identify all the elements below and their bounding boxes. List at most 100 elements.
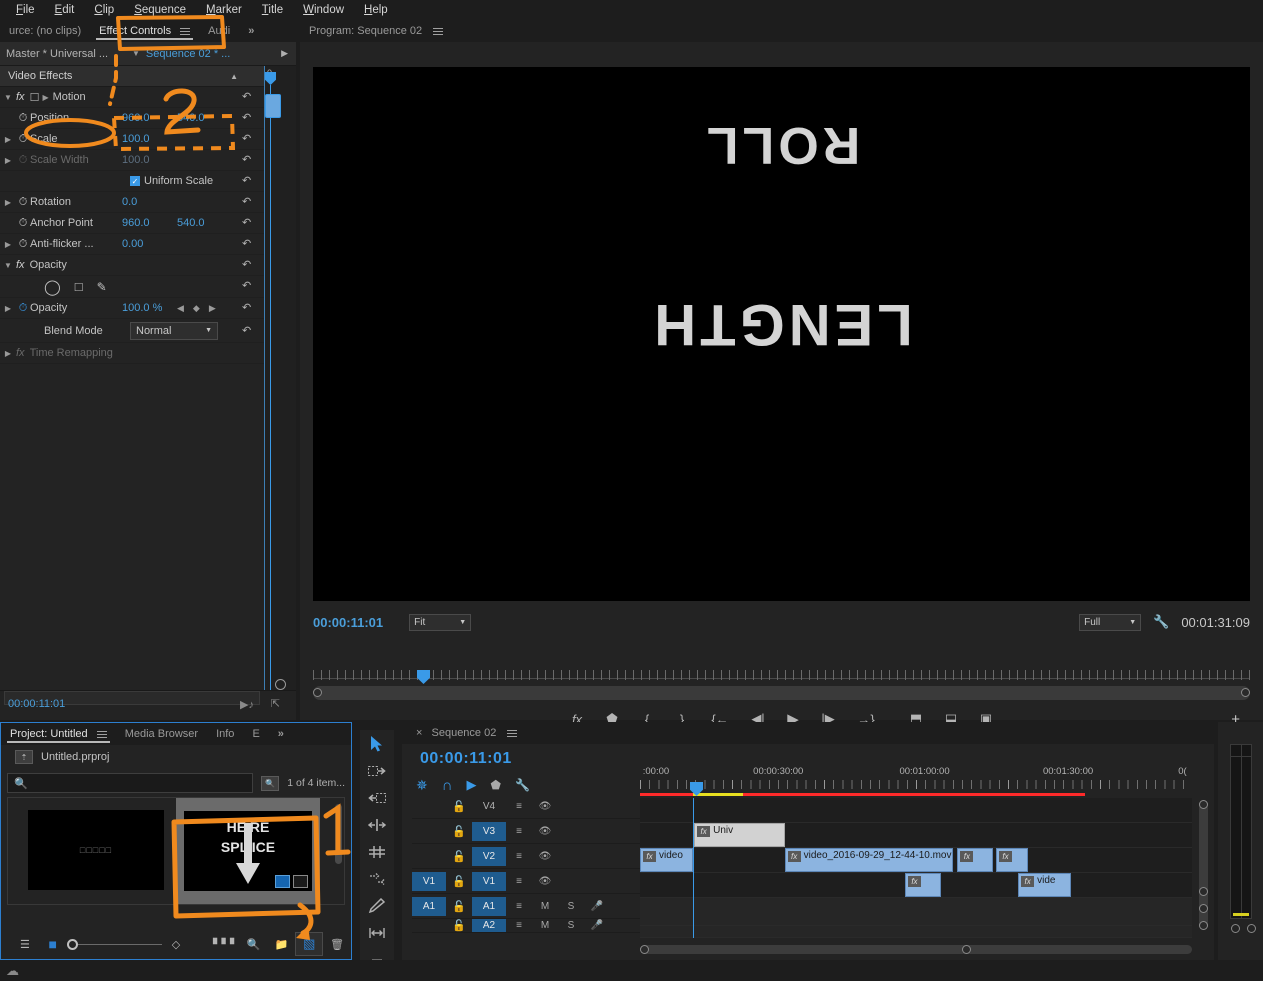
ec-prop-anti-flicker[interactable]: ▶ ⏱ Anti-flicker ... 0.00 ↶ [0, 234, 264, 255]
chevron-down-icon[interactable]: ▼ [0, 93, 16, 102]
reset-icon[interactable]: ↶ [242, 216, 256, 230]
panel-menu-icon[interactable] [180, 26, 191, 37]
chevron-right-icon[interactable]: ▶ [0, 304, 16, 313]
audio-meter-frame[interactable] [1230, 744, 1252, 919]
track-name-label[interactable]: A2 [472, 919, 506, 932]
ec-prop-rotation[interactable]: ▶ ⏱ Rotation 0.0 ↶ [0, 192, 264, 213]
source-patch[interactable]: V1 [412, 871, 446, 891]
scroll-right-handle[interactable] [962, 945, 971, 954]
scroll-up-handle[interactable] [1199, 800, 1208, 809]
zoom-level-select[interactable]: Fit ▼ [409, 613, 472, 631]
track-header-v4[interactable]: 🔓 V4 ≡ 👁 [412, 794, 640, 819]
ec-value[interactable]: 100.0 [122, 133, 150, 145]
tab-program-monitor[interactable]: Program: Sequence 02 [300, 20, 452, 42]
timeline-clip[interactable]: fx [996, 848, 1029, 872]
reset-icon[interactable]: ↶ [242, 90, 256, 104]
reset-icon[interactable]: ↶ [242, 153, 256, 167]
source-patch[interactable] [412, 797, 446, 816]
source-patch[interactable] [412, 847, 446, 866]
program-monitor-ruler[interactable] [313, 670, 1250, 686]
keyframe-navigator[interactable]: ◀ ◆ ▶ [177, 303, 216, 314]
next-keyframe-icon[interactable]: ▶ [209, 303, 216, 314]
menu-title[interactable]: Title [252, 2, 293, 18]
ec-prop-uniform-scale[interactable]: ✓ Uniform Scale ↶ [0, 171, 264, 192]
sort-icon[interactable]: ◇ [162, 932, 190, 956]
stopwatch-icon[interactable]: ⏱ [16, 216, 30, 230]
audio-knob-left[interactable] [1231, 924, 1240, 933]
timeline-playhead-timecode[interactable]: 00:00:11:01 [420, 750, 512, 768]
track-select-forward-tool[interactable] [360, 757, 394, 784]
loop-playback-icon[interactable]: ⇱ [271, 697, 280, 710]
pen-mask-icon[interactable]: ✎ [97, 280, 107, 294]
track-lane-v3[interactable]: fx Univ [640, 823, 1192, 848]
chevron-right-icon[interactable]: ▶ [0, 198, 16, 207]
reset-icon[interactable]: ↶ [242, 258, 256, 272]
blend-mode-select[interactable]: Normal ▼ [130, 321, 218, 340]
track-lane-a2[interactable] [640, 926, 1192, 938]
settings-wrench-icon[interactable]: 🔧 [1153, 614, 1169, 630]
track-select-backward-tool[interactable] [360, 784, 394, 811]
chevron-right-icon[interactable]: ▶ [0, 240, 16, 249]
list-item[interactable]: HE RE SPL ICE [176, 798, 320, 904]
program-playhead[interactable] [417, 670, 430, 684]
track-lane-v2[interactable]: fx video fx video_2016-09-29_12-44-10.mo… [640, 848, 1192, 873]
timeline-clip[interactable]: fx [957, 848, 994, 872]
menu-sequence[interactable]: Sequence [124, 2, 196, 18]
timeline-horizontal-scrollbar[interactable] [640, 945, 1192, 954]
chevron-right-icon[interactable]: ▶ [42, 93, 48, 102]
ec-effect-motion[interactable]: ▼ fx ☐ ▶ Motion ↶ [0, 87, 264, 108]
add-marker-icon[interactable]: ⬟ [491, 778, 501, 792]
tab-audio[interactable]: Audi [199, 20, 239, 42]
stopwatch-icon[interactable]: ⏱ [16, 301, 30, 315]
ripple-edit-tool[interactable] [360, 811, 394, 838]
track-name-label[interactable]: V1 [472, 871, 506, 891]
menu-marker[interactable]: Marker [196, 2, 252, 18]
mute-icon[interactable]: M [532, 920, 558, 931]
menu-clip[interactable]: Clip [84, 2, 124, 18]
search-input[interactable]: 🔍 [7, 773, 254, 793]
reset-icon[interactable]: ↶ [242, 195, 256, 209]
collapse-icon[interactable]: ▲ [230, 72, 238, 81]
ec-prop-position[interactable]: ⏱ Position 960.0 540.0 ↶ [0, 108, 264, 129]
tabs-overflow-icon[interactable]: » [239, 20, 263, 42]
razor-tool[interactable] [360, 892, 394, 919]
zoom-slider[interactable] [66, 932, 163, 956]
track-header-v1[interactable]: V1 🔓 V1 ≡ 👁 [412, 869, 640, 894]
panel-menu-icon[interactable] [96, 729, 107, 740]
tab-sequence-02[interactable]: × Sequence 02 [402, 722, 526, 744]
lock-icon[interactable]: 🔓 [446, 800, 472, 813]
tab-media-browser[interactable]: Media Browser [116, 723, 207, 745]
close-icon[interactable]: × [416, 727, 422, 739]
track-name-label[interactable]: A1 [472, 896, 506, 916]
ec-mini-timeline[interactable]: 0 [264, 66, 296, 720]
scroll-mid-handle[interactable] [1199, 887, 1208, 896]
lock-icon[interactable]: 🔓 [446, 875, 472, 888]
mute-icon[interactable]: M [532, 901, 558, 912]
add-keyframe-icon[interactable]: ◆ [193, 303, 200, 314]
timeline-ruler[interactable]: :00:00 00:00:30:00 00:01:00:00 00:01:30:… [640, 766, 1192, 794]
ec-value[interactable]: 0.00 [122, 238, 143, 250]
microphone-icon[interactable]: 🎤 [584, 901, 610, 912]
tabs-overflow-icon[interactable]: » [269, 723, 293, 745]
ec-value[interactable]: 0.0 [122, 196, 137, 208]
scroll-left-handle[interactable] [640, 945, 649, 954]
solo-icon[interactable]: S [558, 920, 584, 931]
chevron-down-icon[interactable]: ▼ [126, 49, 146, 58]
audio-knob-right[interactable] [1247, 924, 1256, 933]
ec-effect-time-remapping[interactable]: ▶ fx Time Remapping [0, 343, 264, 364]
timeline-clip[interactable]: fx video [640, 848, 693, 872]
stopwatch-icon[interactable]: ⏱ [16, 111, 30, 125]
sync-lock-icon[interactable]: ≡ [506, 826, 532, 837]
panel-menu-icon[interactable] [433, 26, 444, 37]
ec-prop-blend-mode[interactable]: Blend Mode Normal ▼ ↶ [0, 319, 264, 343]
tab-effect-controls[interactable]: Effect Controls [90, 20, 199, 42]
selection-tool[interactable] [360, 730, 394, 757]
ec-effect-opacity[interactable]: ▼ fx Opacity ↶ [0, 255, 264, 276]
tab-info[interactable]: Info [207, 723, 243, 745]
track-name-label[interactable]: V3 [472, 821, 506, 841]
track-header-v2[interactable]: 🔓 V2 ≡ 👁 [412, 844, 640, 869]
ellipse-mask-icon[interactable]: ◯ [44, 278, 61, 296]
play-audio-icon[interactable]: ▶♪ [240, 698, 254, 711]
filter-bin-icon[interactable]: 🔍 [261, 775, 280, 791]
tab-project[interactable]: Project: Untitled [1, 723, 116, 745]
